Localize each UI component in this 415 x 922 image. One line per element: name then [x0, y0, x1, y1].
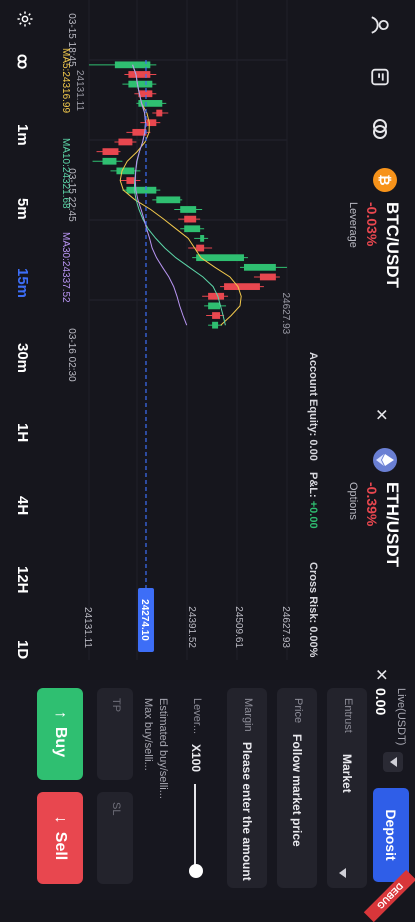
candle-body — [200, 235, 205, 242]
lever-slider-handle[interactable] — [189, 864, 203, 878]
candle-body — [224, 283, 260, 290]
candle-body — [156, 196, 181, 204]
candle-body — [208, 302, 221, 310]
margin-field[interactable]: Margin Please enter the amount — [227, 688, 267, 888]
ma30-label: MA30:24337.52 — [60, 232, 71, 303]
timeframe-1d[interactable]: 1D — [14, 640, 31, 659]
sl-field[interactable]: SL — [97, 792, 133, 884]
bitcoin-icon: ₿ — [373, 168, 397, 192]
price-value: Follow market price — [290, 734, 304, 847]
deposit-button[interactable]: Deposit — [373, 788, 409, 882]
entrust-select[interactable]: Entrust Market — [327, 688, 367, 888]
app-screen: ₿ BTC/USDT -0.03% Leverage ✕ ETH/USDT -0… — [0, 0, 415, 922]
pair-type: Leverage — [347, 202, 359, 248]
price-tick-label: 24627.93 — [280, 606, 291, 648]
tp-label: TP — [110, 698, 122, 713]
candle-body — [259, 273, 276, 281]
pair-type: Options — [347, 482, 359, 520]
price-field[interactable]: Price Follow market price — [277, 688, 317, 888]
candle-body — [138, 90, 153, 98]
candle-body — [146, 119, 157, 127]
live-label: Live(USDT) — [395, 688, 407, 746]
candle-body — [180, 206, 197, 213]
pair-name: BTC/USDT — [383, 202, 402, 288]
candle-body — [184, 225, 201, 233]
sl-label: SL — [110, 802, 122, 816]
timeframe-1h[interactable]: 1H — [14, 423, 31, 442]
candle-body — [126, 186, 157, 194]
candle-body — [128, 80, 153, 88]
timeframe-15m[interactable]: 15m — [14, 268, 31, 298]
ma5-label: MA5:24316.99 — [60, 48, 71, 114]
chevron-down-icon — [333, 868, 351, 878]
pair-name: ETH/USDT — [383, 482, 402, 567]
entrust-value: Market — [340, 754, 354, 793]
lever-slider[interactable] — [194, 784, 196, 870]
buy-label: Buy — [52, 726, 69, 758]
candle-body — [196, 254, 244, 262]
pair-change: -0.39% — [364, 482, 380, 527]
candle-body — [118, 138, 133, 146]
ma10-label: MA10:24321.68 — [60, 138, 71, 209]
candle-body — [212, 321, 219, 329]
cross-risk: Cross Risk: 0.00% — [307, 562, 319, 658]
lever-row: Lever... X100 — [175, 688, 215, 888]
trade-panel: Live(USDT) 0.00 Deposit DEBUG Entrust Ma… — [0, 680, 415, 922]
candle-body — [208, 292, 225, 300]
settings-icon[interactable] — [14, 10, 34, 30]
candle-body — [128, 71, 151, 78]
low-label: 24131.11 — [74, 70, 85, 111]
max-text: Max buy/selli... — [142, 698, 154, 771]
indicator-toggle[interactable]: ꝏ — [14, 54, 32, 69]
ethereum-icon — [373, 448, 397, 472]
entrust-label: Entrust — [342, 698, 354, 733]
arrow-up-icon: ↑ — [52, 710, 69, 719]
price-tick-label: 24391.52 — [186, 606, 197, 648]
price-tick-label: 24131.11 — [82, 607, 93, 648]
candle-body — [212, 312, 221, 319]
candle-body — [116, 167, 135, 175]
timeframe-30m[interactable]: 30m — [14, 343, 31, 373]
timeframe-1m[interactable]: 1m — [14, 124, 31, 146]
lever-label: Lever... — [191, 698, 203, 735]
close-icon[interactable]: ✕ — [371, 408, 391, 421]
estimated-text: Estimated buy/selli... — [157, 698, 169, 799]
pnl: P&L: +0.00 — [307, 472, 319, 529]
candlestick-chart[interactable]: 24627.93 24509.61 24391.52 24274.10 24131.11… — [57, 0, 307, 660]
lever-value: X100 — [189, 744, 203, 773]
pair-change: -0.03% — [364, 202, 380, 247]
person-icon[interactable] — [365, 10, 395, 40]
candle-body — [184, 215, 197, 223]
timeframe-5m[interactable]: 5m — [14, 198, 31, 220]
candle-body — [196, 244, 205, 252]
price-label: Price — [292, 698, 304, 724]
timeframe-12h[interactable]: 12H — [14, 566, 31, 594]
tp-field[interactable]: TP — [97, 688, 133, 780]
account-equity: Account Equity: 0.00 — [307, 352, 319, 461]
link-icon[interactable] — [365, 114, 395, 144]
tab-btc-usdt[interactable]: ₿ BTC/USDT -0.03% Leverage ✕ — [333, 160, 411, 430]
time-tick-label: 03-16 02:30 — [66, 328, 77, 382]
candle-body — [126, 177, 135, 184]
sell-label: Sell — [52, 831, 69, 861]
timeframe-4h[interactable]: 4H — [14, 496, 31, 515]
price-tick-label: 24509.61 — [233, 606, 244, 648]
candle-body — [243, 263, 276, 271]
candle-body — [102, 148, 119, 155]
live-balance: 0.00 — [373, 688, 389, 716]
sheet-icon[interactable] — [365, 62, 395, 92]
candle-body — [156, 109, 163, 117]
tab-eth-usdt[interactable]: ETH/USDT -0.39% Options ✕ — [333, 440, 411, 700]
candle-body — [102, 157, 117, 165]
arrow-down-icon: ↓ — [52, 815, 69, 824]
buy-button[interactable]: ↑ Buy — [37, 688, 83, 780]
chevron-down-icon[interactable] — [383, 752, 403, 772]
sell-button[interactable]: ↓ Sell — [37, 792, 83, 884]
high-label: 24627.93 — [280, 293, 291, 335]
margin-input[interactable]: Please enter the amount — [240, 742, 254, 881]
margin-label: Margin — [242, 698, 254, 732]
current-price-label: 24274.10 — [139, 599, 150, 641]
